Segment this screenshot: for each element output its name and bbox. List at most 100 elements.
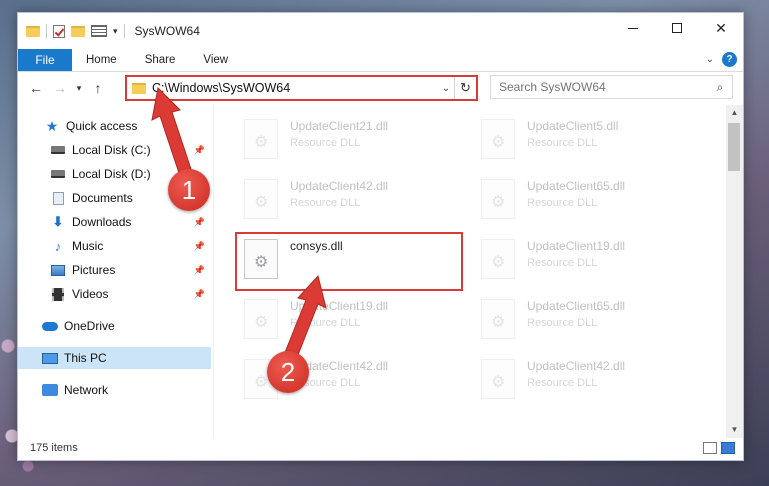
quick-access-toolbar: ▾ [18, 24, 125, 38]
file-item[interactable]: UpdateClient65.dll Resource DLL [475, 173, 700, 229]
recent-locations-chevron-icon[interactable]: ▾ [72, 83, 86, 94]
ribbon-tabs: File Home Share View ⌄ ? [18, 49, 743, 72]
nav-item-label: Local Disk (C:) [72, 143, 151, 157]
file-item[interactable]: UpdateClient5.dll Resource DLL [475, 113, 700, 169]
file-name: UpdateClient21.dll [290, 119, 389, 133]
nav-item-label: Documents [72, 191, 133, 205]
file-type: Resource DLL [527, 317, 598, 329]
music-icon: ♪ [54, 238, 62, 254]
dll-file-icon [481, 239, 515, 279]
dll-file-icon [481, 359, 515, 399]
pin-icon: 📌 [193, 288, 205, 299]
divider [123, 24, 125, 38]
ribbon-right: ⌄ ? [706, 52, 737, 67]
file-name: UpdateClient5.dll [527, 119, 619, 133]
properties-check-icon[interactable] [53, 24, 65, 38]
nav-item-pictures[interactable]: Pictures 📌 [18, 259, 211, 281]
nav-item-label: Quick access [66, 119, 138, 133]
folder-icon [26, 25, 40, 37]
window-title: SysWOW64 [134, 24, 200, 38]
expand-ribbon-chevron-icon[interactable]: ⌄ [706, 54, 714, 65]
maximize-button[interactable] [655, 13, 699, 43]
this-pc-icon [42, 351, 58, 365]
file-item[interactable]: UpdateClient42.dll Resource DLL [238, 173, 463, 229]
status-bar: 175 items [18, 436, 743, 460]
nav-item-label: Videos [72, 287, 109, 301]
refresh-icon[interactable]: ↻ [454, 77, 476, 99]
address-row: ← → ▾ ↑ C:\Windows\SysWOW64 ⌄ ↻ ⌕ [18, 72, 743, 104]
forward-arrow-icon[interactable]: → [48, 80, 72, 96]
file-item[interactable]: UpdateClient42.dll Resource DLL [475, 353, 700, 409]
nav-item-videos[interactable]: Videos 📌 [18, 283, 211, 305]
nav-item-label: This PC [64, 351, 107, 365]
nav-item-music[interactable]: ♪ Music 📌 [18, 235, 211, 257]
dll-file-icon [244, 119, 278, 159]
file-type: Resource DLL [290, 137, 361, 149]
back-arrow-icon[interactable]: ← [24, 80, 48, 96]
dll-file-icon [481, 119, 515, 159]
scrollbar-thumb[interactable] [728, 123, 740, 171]
customize-icon[interactable] [91, 25, 107, 37]
scroll-up-icon[interactable]: ▲ [726, 105, 743, 121]
pin-icon: 📌 [193, 216, 205, 227]
dll-file-icon [481, 179, 515, 219]
file-item[interactable]: UpdateClient19.dll Resource DLL [475, 233, 700, 289]
nav-item-this-pc[interactable]: This PC [18, 347, 211, 369]
documents-icon [50, 191, 66, 205]
file-name: UpdateClient42.dll [527, 359, 626, 373]
file-type: Resource DLL [527, 137, 598, 149]
step-badge-1: 1 [168, 169, 210, 211]
close-button[interactable]: ✕ [699, 13, 743, 43]
new-folder-icon[interactable] [71, 25, 85, 37]
file-type: Resource DLL [527, 257, 598, 269]
tab-share[interactable]: Share [131, 49, 190, 71]
maximize-icon [672, 23, 682, 33]
pictures-icon [50, 263, 66, 277]
minimize-button[interactable] [611, 13, 655, 43]
file-item[interactable]: UpdateClient21.dll Resource DLL [238, 113, 463, 169]
file-item[interactable]: UpdateClient65.dll Resource DLL [475, 293, 700, 349]
details-view-icon[interactable] [703, 442, 717, 454]
tab-home[interactable]: Home [72, 49, 131, 71]
file-type: Resource DLL [527, 377, 598, 389]
nav-item-label: Network [64, 383, 109, 397]
search-box[interactable]: ⌕ [490, 75, 733, 99]
videos-icon [50, 287, 66, 301]
large-icons-view-icon[interactable] [721, 442, 735, 454]
close-icon: ✕ [715, 19, 727, 36]
pin-icon: 📌 [193, 264, 205, 275]
drive-icon [50, 167, 66, 181]
nav-item-downloads[interactable]: ⬇ Downloads 📌 [18, 211, 211, 233]
dll-file-icon [481, 299, 515, 339]
onedrive-icon [42, 319, 58, 333]
search-input[interactable] [499, 80, 708, 94]
file-name: UpdateClient19.dll [527, 239, 626, 253]
drive-icon [50, 143, 66, 157]
minimize-icon [628, 27, 638, 29]
tab-view[interactable]: View [189, 49, 242, 71]
pin-icon: 📌 [193, 240, 205, 251]
view-buttons [703, 442, 735, 454]
nav-item-label: Pictures [72, 263, 116, 277]
file-type: Resource DLL [527, 197, 598, 209]
file-name: UpdateClient65.dll [527, 179, 626, 193]
help-icon[interactable]: ? [722, 52, 737, 67]
window-controls: ✕ [611, 13, 743, 43]
network-icon [42, 383, 58, 397]
file-name: UpdateClient42.dll [290, 179, 389, 193]
search-icon[interactable]: ⌕ [708, 80, 732, 95]
step-badge-2: 2 [267, 351, 309, 393]
nav-item-onedrive[interactable]: OneDrive [18, 315, 211, 337]
up-arrow-icon[interactable]: ↑ [86, 80, 110, 96]
nav-item-network[interactable]: Network [18, 379, 211, 401]
nav-item-label: Music [72, 239, 104, 253]
downloads-icon: ⬇ [52, 214, 64, 229]
vertical-scrollbar[interactable]: ▲ ▼ [726, 105, 743, 438]
item-count: 175 items [30, 442, 78, 454]
chevron-down-icon[interactable]: ▾ [113, 26, 118, 37]
divider [46, 24, 47, 38]
file-name: UpdateClient65.dll [527, 299, 626, 313]
dll-file-icon [244, 179, 278, 219]
address-history-chevron-icon[interactable]: ⌄ [438, 83, 454, 94]
tab-file[interactable]: File [18, 49, 72, 71]
